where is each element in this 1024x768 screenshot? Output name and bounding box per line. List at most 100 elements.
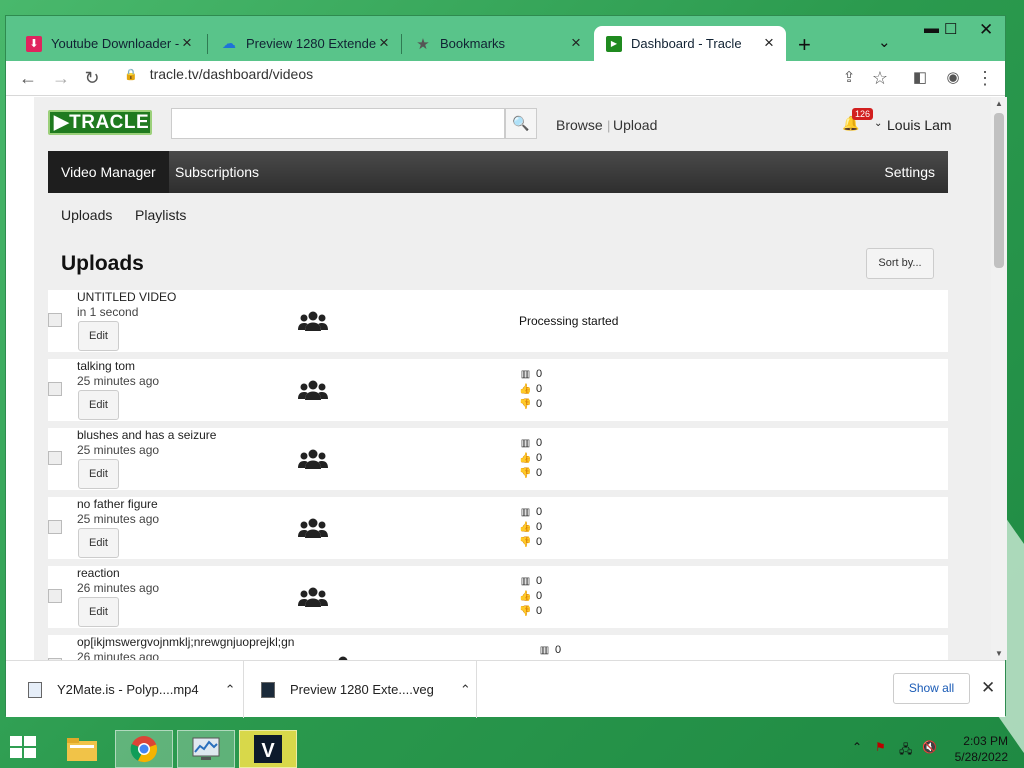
video-title[interactable]: blushes and has a seizure	[77, 428, 216, 442]
chevron-down-icon[interactable]: ⌄	[874, 118, 882, 129]
scroll-down-arrow-icon[interactable]: ▼	[995, 649, 1003, 658]
nav-settings[interactable]: Settings	[871, 151, 948, 193]
video-title[interactable]: op[ikjmswergvojnmklj;nrewgnjuoprejkl;gn	[77, 635, 294, 649]
menu-kebab-icon[interactable]: ⋮	[974, 68, 996, 89]
taskbar-clock[interactable]: 2:03 PM 5/28/2022	[946, 733, 1008, 765]
page-title: Uploads	[61, 252, 144, 275]
thumbs-down-icon: 👎	[519, 537, 532, 548]
tab-title: Youtube Downloader - C	[51, 36, 181, 51]
video-thumbnail[interactable]	[48, 451, 62, 465]
tray-overflow-chevron-icon[interactable]: ⌃	[852, 740, 862, 754]
video-title[interactable]: UNTITLED VIDEO	[77, 290, 176, 304]
forward-arrow-icon[interactable]: →	[50, 68, 72, 89]
download-item[interactable]: Y2Mate.is - Polyp....mp4 ⌃	[28, 661, 236, 718]
edit-button[interactable]: Edit	[78, 597, 119, 627]
download-item[interactable]: Preview 1280 Exte....veg ⌃	[261, 661, 471, 718]
vegas-icon[interactable]: V	[239, 730, 297, 768]
bookmark-star-icon[interactable]: ☆	[869, 68, 891, 89]
volume-muted-icon[interactable]: 🔇	[922, 740, 937, 754]
nav-subscriptions[interactable]: Subscriptions	[162, 151, 272, 193]
likes-count: 0	[536, 452, 543, 464]
tab-preview-1280[interactable]: ☁ Preview 1280 Extended ×	[209, 26, 401, 61]
new-tab-button[interactable]: +	[798, 32, 811, 58]
tab-close-icon[interactable]: ×	[760, 34, 778, 52]
side-panel-icon[interactable]: ◧	[909, 68, 931, 86]
video-upload-time: 25 minutes ago	[77, 443, 160, 457]
reload-icon[interactable]: ↻	[81, 68, 103, 89]
tab-strip: ⬇ Youtube Downloader - C × ☁ Preview 128…	[6, 16, 1005, 61]
dislikes-count: 0	[536, 536, 543, 548]
video-stats: ▥ 0 👍 0 👎 0	[519, 505, 542, 550]
tab-youtube-downloader[interactable]: ⬇ Youtube Downloader - C ×	[14, 26, 204, 61]
chevron-up-icon[interactable]: ⌃	[460, 682, 471, 698]
subnav-uploads[interactable]: Uploads	[61, 207, 112, 223]
video-title[interactable]: no father figure	[77, 497, 158, 511]
video-title[interactable]: talking tom	[77, 359, 135, 373]
tracle-logo[interactable]: ▶TRACLE	[48, 110, 152, 135]
edit-button[interactable]: Edit	[78, 390, 119, 420]
edit-button[interactable]: Edit	[78, 321, 119, 351]
chevron-up-icon[interactable]: ⌃	[225, 682, 236, 698]
dashboard-nav: Video Manager Subscriptions Settings	[48, 151, 948, 193]
video-stats: ▥ 0 👍 0 👎 0	[519, 574, 542, 619]
maximize-icon[interactable]: ☐	[944, 20, 957, 38]
scrollbar-thumb[interactable]	[994, 113, 1004, 268]
upload-link[interactable]: Upload	[613, 117, 657, 133]
download-filename: Preview 1280 Exte....veg	[290, 682, 434, 697]
tab-title: Preview 1280 Extended	[246, 36, 376, 51]
tab-bookmarks[interactable]: ★ Bookmarks ×	[403, 26, 593, 61]
views-count: 0	[536, 437, 543, 449]
minimize-icon[interactable]: ▬	[924, 20, 939, 37]
edit-button[interactable]: Edit	[78, 459, 119, 489]
video-row: blushes and has a seizure 25 minutes ago…	[48, 428, 948, 490]
video-title[interactable]: reaction	[77, 566, 120, 580]
group-visibility-icon	[298, 311, 328, 331]
edit-button[interactable]: Edit	[78, 528, 119, 558]
performance-monitor-icon[interactable]	[177, 730, 235, 768]
video-thumbnail[interactable]	[48, 589, 62, 603]
action-center-flag-icon[interactable]: ⚑	[875, 740, 886, 754]
file-explorer-icon[interactable]	[53, 730, 111, 768]
video-thumbnail[interactable]	[48, 313, 62, 327]
nav-video-manager[interactable]: Video Manager	[48, 151, 169, 193]
close-downloads-icon[interactable]: ✕	[981, 678, 995, 698]
profile-avatar-icon[interactable]: ◉	[942, 68, 964, 86]
lock-icon: 🔒	[124, 68, 138, 81]
bar-chart-icon: ▥	[539, 645, 550, 656]
tab-divider	[207, 34, 208, 54]
tab-close-icon[interactable]: ×	[178, 34, 196, 52]
back-arrow-icon[interactable]: ←	[17, 68, 39, 89]
user-menu[interactable]: Louis Lam	[887, 117, 952, 133]
network-icon[interactable]: 🖧	[899, 740, 912, 761]
tab-search-chevron-icon[interactable]: ⌄	[878, 33, 891, 51]
video-row: talking tom 25 minutes ago Edit ▥ 0 👍 0 👎 0	[48, 359, 948, 421]
address-bar[interactable]: 🔒 tracle.tv/dashboard/videos	[124, 66, 313, 82]
scroll-up-arrow-icon[interactable]: ▲	[995, 99, 1003, 108]
play-icon: ▶	[606, 35, 622, 52]
notification-count-badge: 126	[852, 108, 874, 120]
windows-start-icon[interactable]	[10, 736, 38, 760]
share-icon[interactable]: ⇪	[838, 68, 860, 86]
search-icon: 🔍	[512, 115, 530, 131]
video-thumbnail[interactable]	[48, 382, 62, 396]
likes-count: 0	[536, 383, 543, 395]
bar-chart-icon: ▥	[520, 369, 531, 380]
sort-by-button[interactable]: Sort by...	[866, 248, 934, 279]
tab-close-icon[interactable]: ×	[375, 34, 393, 52]
video-thumbnail[interactable]	[48, 520, 62, 534]
window-close-icon[interactable]: ✕	[979, 20, 993, 40]
tab-dashboard-tracle[interactable]: ▶ Dashboard - Tracle ×	[594, 26, 786, 61]
browse-link[interactable]: Browse	[556, 117, 603, 133]
group-visibility-icon	[298, 380, 328, 400]
subnav-playlists[interactable]: Playlists	[135, 207, 186, 223]
video-upload-time: 25 minutes ago	[77, 512, 160, 526]
show-all-downloads-button[interactable]: Show all	[893, 673, 970, 704]
search-button[interactable]: 🔍	[505, 108, 537, 139]
tab-close-icon[interactable]: ×	[567, 34, 585, 52]
chrome-icon[interactable]	[115, 730, 173, 768]
dislikes-count: 0	[536, 398, 543, 410]
video-stats: ▥ 0	[538, 643, 561, 658]
video-stats: ▥ 0 👍 0 👎 0	[519, 367, 542, 412]
search-input[interactable]	[171, 108, 505, 139]
page-scrollbar[interactable]: ▲ ▼	[991, 97, 1007, 660]
